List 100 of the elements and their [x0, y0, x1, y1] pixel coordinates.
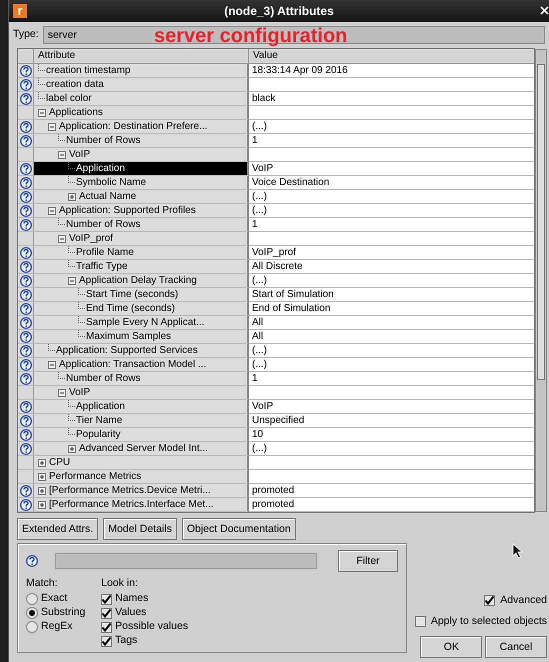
checkbox-label[interactable]: Possible values: [115, 619, 188, 636]
radio-button[interactable]: [26, 593, 38, 606]
value-cell[interactable]: Start of Simulation: [249, 288, 534, 302]
help-icon[interactable]: [20, 428, 32, 440]
help-icon[interactable]: [20, 288, 32, 300]
help-icon[interactable]: [20, 400, 32, 412]
value-cell[interactable]: 10: [249, 428, 534, 442]
help-icon[interactable]: [20, 274, 32, 286]
value-cell[interactable]: black: [249, 92, 534, 106]
value-cell[interactable]: 1: [249, 372, 534, 386]
help-icon[interactable]: [20, 120, 32, 132]
help-icon[interactable]: [20, 442, 32, 454]
attribute-cell[interactable]: Start Time (seconds): [34, 288, 249, 302]
checkbox-label[interactable]: Names: [115, 591, 148, 608]
value-cell[interactable]: All: [249, 330, 534, 344]
expand-icon[interactable]: [68, 444, 76, 452]
column-header[interactable]: Value: [249, 49, 534, 63]
help-icon[interactable]: [20, 92, 32, 104]
attribute-cell[interactable]: CPU: [34, 456, 249, 470]
help-icon[interactable]: [20, 246, 32, 258]
help-icon[interactable]: [20, 78, 32, 90]
help-icon[interactable]: [20, 484, 32, 496]
attribute-cell[interactable]: creation timestamp: [34, 64, 249, 78]
attribute-cell[interactable]: label color: [34, 92, 249, 106]
help-icon[interactable]: [20, 316, 32, 328]
attribute-cell[interactable]: Advanced Server Model Int...: [34, 442, 249, 456]
help-icon[interactable]: [20, 302, 32, 314]
value-cell[interactable]: All: [249, 316, 534, 330]
attribute-cell[interactable]: VoIP_prof: [34, 232, 249, 246]
attribute-cell[interactable]: VoIP: [34, 386, 249, 400]
attribute-cell[interactable]: Application: Supported Profiles: [34, 204, 249, 218]
value-cell[interactable]: (...): [249, 274, 534, 288]
expand-icon[interactable]: [38, 486, 46, 494]
attribute-cell[interactable]: Maximum Samples: [34, 330, 249, 344]
cancel-button[interactable]: Cancel: [485, 636, 547, 658]
attribute-cell[interactable]: Applications: [34, 106, 249, 120]
collapse-icon[interactable]: [48, 360, 56, 368]
filter-button[interactable]: Filter: [338, 550, 398, 572]
radio-label[interactable]: Substring: [41, 605, 86, 622]
help-icon[interactable]: [26, 555, 38, 567]
toolbar-button[interactable]: Object Documentation: [182, 518, 296, 540]
radio-button[interactable]: [26, 607, 38, 620]
checkbox-label[interactable]: Tags: [115, 633, 138, 650]
value-cell[interactable]: (...): [249, 358, 534, 372]
collapse-icon[interactable]: [58, 388, 66, 396]
toolbar-button[interactable]: Model Details: [103, 518, 177, 540]
filter-field[interactable]: [55, 553, 317, 569]
attribute-cell[interactable]: Sample Every N Applicat...: [34, 316, 249, 330]
help-icon[interactable]: [20, 176, 32, 188]
checkbox[interactable]: [101, 594, 112, 605]
collapse-icon[interactable]: [58, 234, 66, 242]
checkbox-label[interactable]: Advanced: [500, 592, 547, 608]
attribute-cell[interactable]: Application: [34, 400, 249, 414]
value-cell[interactable]: Voice Destination: [249, 176, 534, 190]
checkbox[interactable]: [484, 595, 496, 606]
checkbox[interactable]: [101, 636, 112, 647]
attribute-cell[interactable]: Number of Rows: [34, 372, 249, 386]
attribute-cell[interactable]: End Time (seconds): [34, 302, 249, 316]
checkbox-label[interactable]: Apply to selected objects: [430, 614, 547, 630]
collapse-icon[interactable]: [38, 108, 46, 116]
help-icon[interactable]: [20, 330, 32, 342]
value-cell[interactable]: Unspecified: [249, 414, 534, 428]
value-cell[interactable]: (...): [249, 120, 534, 134]
collapse-icon[interactable]: [48, 206, 56, 214]
attribute-cell[interactable]: Tier Name: [34, 414, 249, 428]
attribute-cell[interactable]: [Performance Metrics.Device Metri...: [34, 484, 249, 498]
value-cell[interactable]: VoIP: [249, 162, 534, 176]
checkbox-label[interactable]: Values: [115, 605, 146, 622]
value-cell[interactable]: (...): [249, 204, 534, 218]
help-icon[interactable]: [20, 344, 32, 356]
close-icon[interactable]: [540, 6, 549, 15]
help-icon[interactable]: [20, 358, 32, 370]
attribute-cell[interactable]: creation data: [34, 78, 249, 92]
value-cell[interactable]: promoted: [249, 484, 534, 498]
collapse-icon[interactable]: [68, 276, 76, 284]
help-icon[interactable]: [20, 414, 32, 426]
help-icon[interactable]: [20, 498, 32, 510]
help-icon[interactable]: [20, 162, 32, 174]
attribute-cell[interactable]: Application: Destination Prefere...: [34, 120, 249, 134]
ok-button[interactable]: OK: [420, 636, 482, 658]
help-icon[interactable]: [20, 134, 32, 146]
help-icon[interactable]: [20, 64, 32, 76]
help-icon[interactable]: [20, 260, 32, 272]
value-cell[interactable]: (...): [249, 344, 534, 358]
value-cell[interactable]: 1: [249, 218, 534, 232]
value-cell[interactable]: promoted: [249, 498, 534, 512]
attribute-cell[interactable]: VoIP: [34, 148, 249, 162]
collapse-icon[interactable]: [58, 150, 66, 158]
expand-icon[interactable]: [68, 192, 76, 200]
attribute-cell[interactable]: Application: [34, 162, 249, 176]
checkbox[interactable]: [101, 622, 112, 633]
attribute-cell[interactable]: Traffic Type: [34, 260, 249, 274]
value-cell[interactable]: End of Simulation: [249, 302, 534, 316]
attribute-cell[interactable]: Performance Metrics: [34, 470, 249, 484]
attribute-cell[interactable]: Application Delay Tracking: [34, 274, 249, 288]
value-cell[interactable]: VoIP: [249, 400, 534, 414]
help-icon[interactable]: [20, 204, 32, 216]
value-cell[interactable]: (...): [249, 442, 534, 456]
checkbox[interactable]: [414, 616, 426, 627]
attribute-cell[interactable]: Symbolic Name: [34, 176, 249, 190]
